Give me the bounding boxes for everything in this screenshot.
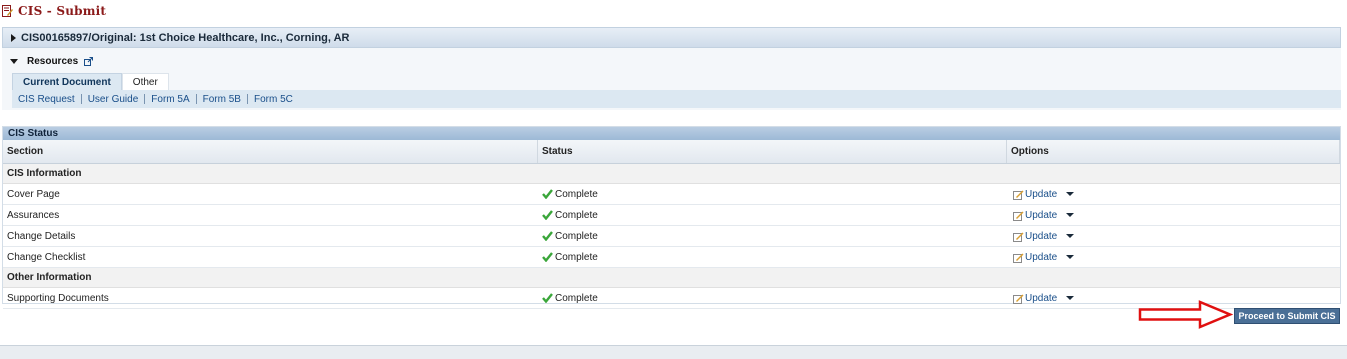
pencil-edit-icon[interactable] [1013, 252, 1024, 263]
section-cell: Cover Page [7, 188, 60, 200]
cis-status-panel: CIS Status Section Status Options CIS In… [2, 126, 1341, 309]
status-cell: Complete [538, 247, 1007, 267]
tab-other[interactable]: Other [121, 73, 169, 90]
section-cell: Assurances [7, 209, 60, 221]
chevron-down-icon[interactable] [1066, 255, 1075, 259]
status-text: Complete [555, 251, 598, 263]
page-title: CIS - Submit [18, 4, 107, 18]
checkmark-icon [542, 189, 553, 199]
triangle-right-icon[interactable] [11, 33, 16, 42]
group-header: Other Information [3, 268, 1340, 288]
update-link[interactable]: Update [1025, 231, 1057, 242]
table-row: Change Details Complete Update [3, 226, 1340, 247]
column-header-status: Status [538, 140, 1007, 163]
column-header-section: Section [3, 140, 538, 163]
pencil-edit-icon[interactable] [1013, 210, 1024, 221]
checkmark-icon [542, 210, 553, 220]
options-cell: Update [1007, 205, 1340, 225]
update-link[interactable]: Update [1025, 189, 1057, 200]
resource-links: CIS Request User Guide Form 5A Form 5B F… [12, 90, 1341, 108]
table-row: Cover Page Complete Update [3, 184, 1340, 205]
section-cell: Change Checklist [7, 251, 86, 263]
options-cell: Update [1007, 184, 1340, 204]
status-cell: Complete [538, 205, 1007, 225]
chevron-down-icon[interactable] [1066, 234, 1075, 238]
link-user-guide[interactable]: User Guide [82, 94, 145, 105]
document-edit-icon [2, 5, 13, 17]
status-text: Complete [555, 292, 598, 304]
link-form-5a[interactable]: Form 5A [145, 94, 195, 105]
update-link[interactable]: Update [1025, 210, 1057, 221]
tab-current-document[interactable]: Current Document [12, 73, 122, 90]
group-header: CIS Information [3, 164, 1340, 184]
external-link-icon[interactable] [84, 57, 94, 66]
options-cell: Update [1007, 226, 1340, 246]
link-form-5c[interactable]: Form 5C [248, 94, 299, 105]
cis-document-bar[interactable]: CIS00165897/Original: 1st Choice Healthc… [2, 27, 1341, 48]
status-text: Complete [555, 230, 598, 242]
red-arrow-icon [1138, 300, 1233, 329]
resources-label: Resources [27, 56, 79, 67]
pencil-edit-icon[interactable] [1013, 293, 1024, 304]
resources-section: Resources Current Document Other CIS Req… [2, 48, 1341, 110]
link-form-5b[interactable]: Form 5B [197, 94, 247, 105]
panel-title: CIS Status [3, 127, 1340, 140]
resources-tabs: Current Document Other [12, 73, 169, 90]
section-cell: Supporting Documents [7, 292, 109, 304]
triangle-down-icon[interactable] [10, 59, 18, 64]
checkmark-icon [542, 231, 553, 241]
resources-header[interactable]: Resources [10, 56, 94, 67]
cis-document-title: CIS00165897/Original: 1st Choice Healthc… [21, 31, 350, 44]
column-header-options: Options [1007, 140, 1340, 163]
update-link[interactable]: Update [1025, 293, 1057, 304]
checkmark-icon [542, 252, 553, 262]
link-cis-request[interactable]: CIS Request [12, 94, 81, 105]
section-cell: Change Details [7, 230, 76, 242]
chevron-down-icon[interactable] [1066, 192, 1075, 196]
checkmark-icon [542, 293, 553, 303]
status-text: Complete [555, 209, 598, 221]
proceed-to-submit-button[interactable]: Proceed to Submit CIS [1234, 308, 1340, 324]
chevron-down-icon[interactable] [1066, 296, 1075, 300]
pencil-edit-icon[interactable] [1013, 231, 1024, 242]
pencil-edit-icon[interactable] [1013, 189, 1024, 200]
status-cell: Complete [538, 184, 1007, 204]
chevron-down-icon[interactable] [1066, 213, 1075, 217]
footer-bar [0, 345, 1347, 359]
update-link[interactable]: Update [1025, 252, 1057, 263]
status-cell: Complete [538, 226, 1007, 246]
options-cell: Update [1007, 247, 1340, 267]
table-row: Assurances Complete Update [3, 205, 1340, 226]
table-row: Change Checklist Complete Update [3, 247, 1340, 268]
status-cell: Complete [538, 288, 1007, 308]
status-text: Complete [555, 188, 598, 200]
page-header: CIS - Submit [2, 3, 106, 19]
table-header: Section Status Options [3, 140, 1340, 164]
